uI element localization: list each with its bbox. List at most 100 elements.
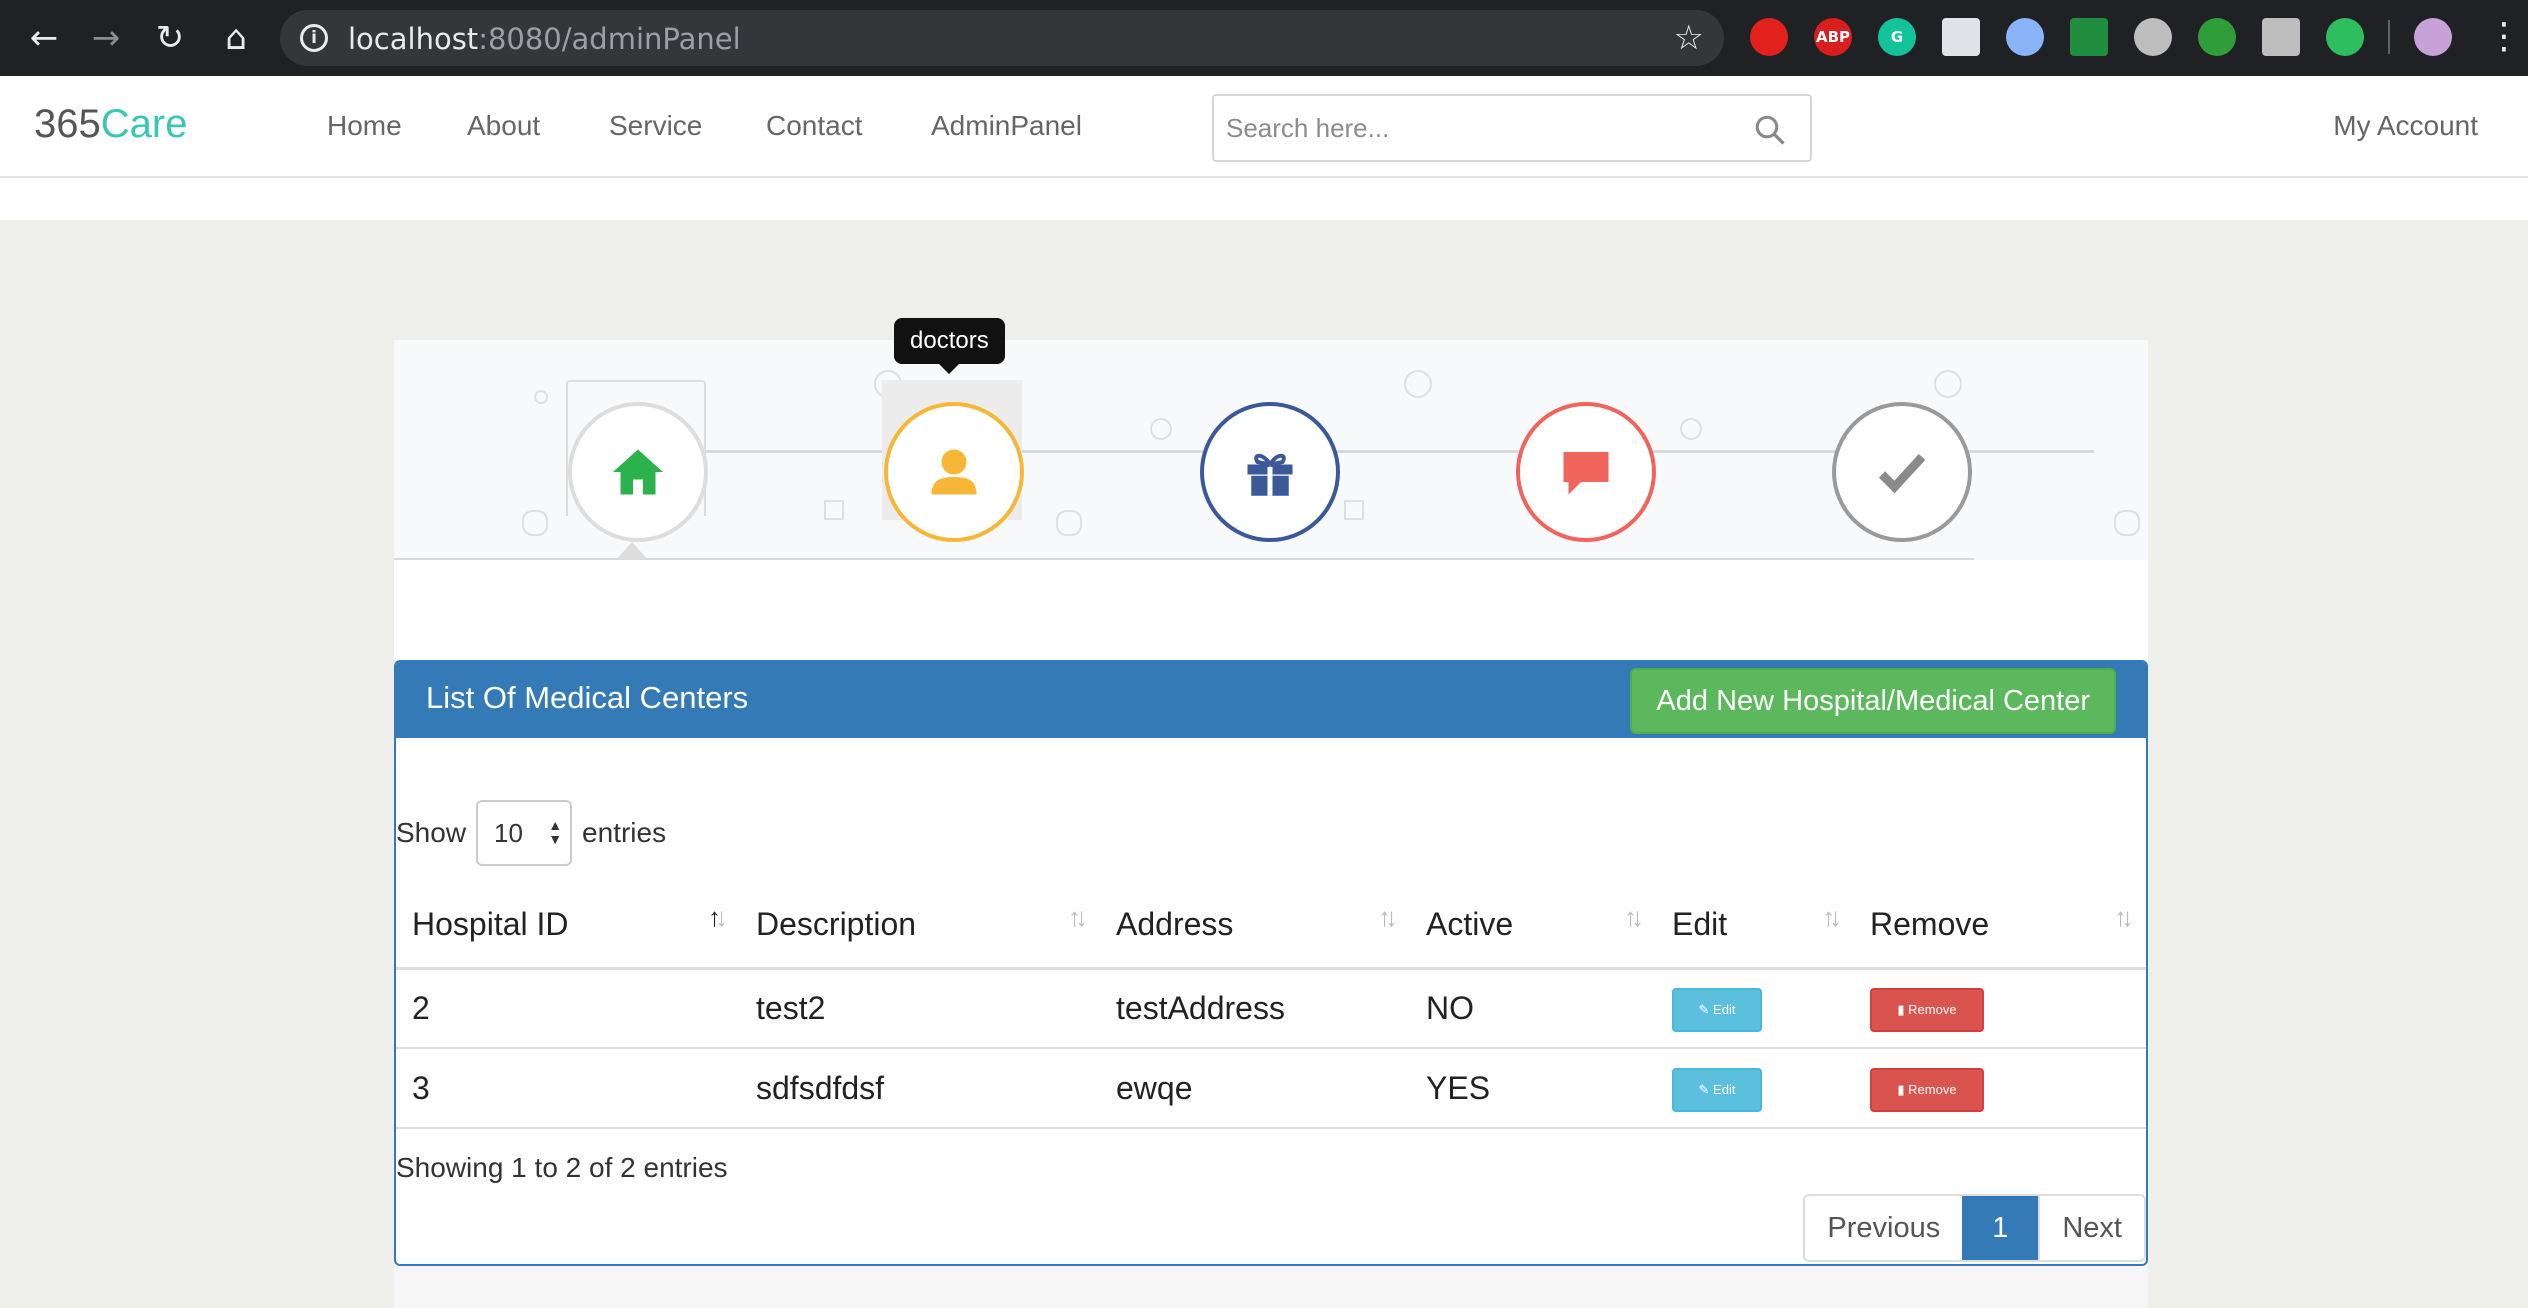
edit-label: Edit [1713, 1081, 1736, 1097]
column-label: Description [756, 905, 917, 942]
pencil-icon: ✎ [1698, 1001, 1714, 1017]
remove-button[interactable]: ▮ Remove [1870, 987, 1984, 1032]
column-label: Active [1426, 905, 1514, 942]
medical-centers-panel: List Of Medical Centers Add New Hospital… [394, 660, 2148, 1266]
decor-shape [534, 390, 548, 404]
sort-icon: ↑↓ [1068, 902, 1088, 932]
col-description[interactable]: Description ↑↓ [740, 882, 1100, 970]
cell-remove: ▮ Remove [1854, 1048, 2146, 1129]
chat-icon [1563, 452, 1609, 495]
page-length-select[interactable]: 10 ▲ ▼ [476, 800, 573, 866]
add-hospital-button[interactable]: Add New Hospital/Medical Center [1630, 668, 2116, 734]
column-label: Hospital ID [412, 905, 569, 942]
user-icon [931, 449, 977, 495]
cell-edit: ✎ Edit [1656, 968, 1854, 1049]
grammarly-extension-icon[interactable]: G [1878, 18, 1916, 56]
my-account-link[interactable]: My Account [2333, 110, 2478, 142]
edit-label: Edit [1713, 1001, 1736, 1017]
cell-hospital-id: 2 [396, 968, 740, 1049]
address-bar[interactable]: i localhost:8080/adminPanel ☆ [280, 10, 1724, 66]
site-logo[interactable]: 365Care [34, 102, 187, 147]
browser-toolbar: ← → ↻ ⌂ i localhost:8080/adminPanel ☆ AB… [0, 0, 2528, 76]
menu-icon[interactable]: ⋮ [2486, 14, 2522, 60]
avatar[interactable] [2414, 18, 2452, 56]
active-step-pointer [616, 542, 648, 560]
step-message[interactable] [1516, 402, 1656, 542]
step-gift[interactable] [1200, 402, 1340, 542]
cell-hospital-id: 3 [396, 1048, 740, 1129]
page-1-button[interactable]: 1 [1962, 1196, 2039, 1260]
url-host: localhost [348, 22, 479, 56]
search-icon[interactable] [1752, 112, 1788, 148]
info-icon[interactable]: i [300, 24, 328, 52]
remove-label: Remove [1908, 1081, 1957, 1097]
col-address[interactable]: Address ↑↓ [1100, 882, 1410, 970]
url-path: :8080/adminPanel [478, 22, 741, 56]
back-icon[interactable]: ← [24, 18, 64, 58]
table-row: 2 test2 testAddress NO ✎ Edit ▮ Remove [396, 968, 2146, 1049]
nav-about[interactable]: About [467, 110, 540, 142]
star-icon[interactable]: ☆ [1674, 18, 1704, 58]
edit-button[interactable]: ✎ Edit [1672, 987, 1762, 1032]
step-done[interactable] [1832, 402, 1972, 542]
cell-description: sdfsdfdsf [740, 1048, 1100, 1129]
bug-extension-icon[interactable] [2198, 18, 2236, 56]
nav-contact[interactable]: Contact [766, 110, 863, 142]
forward-icon[interactable]: → [86, 18, 126, 58]
screenshot-extension-icon[interactable] [2070, 18, 2108, 56]
search-box [1212, 94, 1812, 162]
home-icon[interactable]: ⌂ [216, 18, 256, 58]
col-edit[interactable]: Edit ↑↓ [1656, 882, 1854, 970]
panel-heading: List Of Medical Centers Add New Hospital… [396, 662, 2146, 738]
show-label: Show [396, 817, 467, 848]
col-remove[interactable]: Remove ↑↓ [1854, 882, 2146, 970]
toolbar-separator [2388, 20, 2390, 54]
pagination: Previous 1 Next [1803, 1194, 2146, 1262]
stop-extension-icon[interactable] [1750, 18, 1788, 56]
next-page-button[interactable]: Next [2038, 1196, 2144, 1260]
reload-icon[interactable]: ↻ [150, 18, 190, 58]
remove-label: Remove [1908, 1001, 1957, 1017]
step-wizard [394, 340, 2148, 560]
adblock-extension-icon[interactable]: ABP [1814, 18, 1852, 56]
decor-shape [522, 510, 548, 536]
table-info: Showing 1 to 2 of 2 entries [396, 1152, 728, 1183]
edit-button[interactable]: ✎ Edit [1672, 1067, 1762, 1112]
step-tooltip: doctors [894, 318, 1005, 374]
pencil-icon: ✎ [1698, 1081, 1714, 1097]
cookie-extension-icon[interactable] [2134, 18, 2172, 56]
evernote-extension-icon[interactable] [2326, 18, 2364, 56]
url-text[interactable]: localhost:8080/adminPanel [348, 22, 741, 56]
terminal-extension-icon[interactable] [2262, 18, 2300, 56]
cell-description: test2 [740, 968, 1100, 1049]
col-active[interactable]: Active ↑↓ [1410, 882, 1656, 970]
trash-icon: ▮ [1897, 1081, 1909, 1097]
decor-shape [1404, 370, 1432, 398]
panel-title: List Of Medical Centers [426, 680, 749, 715]
table-row: 3 sdfsdfdsf ewqe YES ✎ Edit ▮ Remove [396, 1048, 2146, 1129]
column-label: Address [1116, 905, 1234, 942]
entries-label: entries [582, 817, 667, 848]
step-doctors[interactable] [884, 402, 1024, 542]
nav-home[interactable]: Home [327, 110, 402, 142]
decor-shape [2114, 510, 2140, 536]
step-home[interactable] [568, 402, 708, 542]
ring-extension-icon[interactable] [2006, 18, 2044, 56]
nav-adminpanel[interactable]: AdminPanel [931, 110, 1082, 142]
nav-service[interactable]: Service [609, 110, 702, 142]
card-footer-area [394, 1266, 2148, 1308]
cell-active: YES [1410, 1048, 1656, 1129]
page-length-control: Show 10 ▲ ▼ entries [396, 800, 666, 866]
remove-button[interactable]: ▮ Remove [1870, 1067, 1984, 1112]
previous-page-button[interactable]: Previous [1805, 1196, 1962, 1260]
document-extension-icon[interactable] [1942, 18, 1980, 56]
decor-shape [824, 500, 844, 520]
cell-address: ewqe [1100, 1048, 1410, 1129]
sort-icon: ↑↓ [1822, 902, 1842, 932]
cell-remove: ▮ Remove [1854, 968, 2146, 1049]
medical-centers-table: Hospital ID ↑↓ Description ↑↓ Address ↑↓ Ac… [396, 882, 2146, 1129]
sort-icon: ↑↓ [1624, 902, 1644, 932]
col-hospital-id[interactable]: Hospital ID ↑↓ [396, 882, 740, 970]
decor-shape [1680, 418, 1702, 440]
search-input[interactable] [1226, 108, 1746, 148]
